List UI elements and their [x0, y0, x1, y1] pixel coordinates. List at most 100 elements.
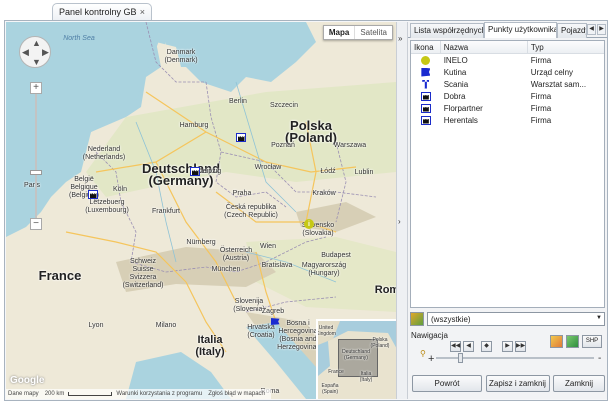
- refresh-icon[interactable]: [566, 335, 579, 348]
- tab-vehicles[interactable]: Pojazdy: [557, 23, 587, 38]
- wrench-icon: [422, 79, 430, 89]
- pan-control[interactable]: ▲ ▼ ◀ ▶: [19, 36, 51, 68]
- inset-label-italy: Italia (Italy): [359, 371, 373, 383]
- label-city: Poznań: [271, 142, 295, 149]
- chevron-down-icon[interactable]: ▼: [596, 315, 602, 321]
- nav-center-button[interactable]: ◆: [481, 341, 492, 352]
- zoom-level-slider[interactable]: [436, 353, 594, 363]
- label-city: Zagreb: [261, 308, 285, 315]
- close-button[interactable]: Zamknij: [553, 375, 605, 392]
- nav-last-button[interactable]: ▶▶: [515, 341, 526, 352]
- row-type: Urząd celny: [530, 67, 574, 77]
- row-type: Firma: [530, 115, 552, 125]
- label-italy: Italia (Italy): [195, 334, 225, 358]
- panel-splitter[interactable]: » ›: [396, 22, 408, 399]
- inset-label-germany: Deutschland (Germany): [342, 349, 370, 361]
- pan-right-icon[interactable]: ▶: [42, 47, 49, 58]
- inset-label-france: France: [328, 369, 344, 375]
- tab-scroll-right-icon[interactable]: ▶: [597, 24, 606, 35]
- zoom-plus-label[interactable]: +: [428, 353, 434, 365]
- label-czech: Česká republika (Czech Republic): [224, 204, 278, 219]
- label-denmark: Danmark (Denmark): [164, 49, 198, 64]
- map-data-link[interactable]: Dane mapy: [8, 391, 39, 397]
- map-view[interactable]: North Sea Polska (Poland) Deutschland (G…: [6, 22, 396, 399]
- tools-icon[interactable]: [550, 335, 563, 348]
- label-city: Łódź: [320, 168, 336, 175]
- label-city: Milano: [155, 322, 177, 329]
- map-marker-info[interactable]: i: [304, 219, 314, 229]
- column-type[interactable]: Typ: [528, 41, 604, 53]
- zoom-in-button[interactable]: +: [30, 82, 42, 94]
- report-error-link[interactable]: Zgłoś błąd w mapach: [208, 391, 265, 397]
- zoom-slider[interactable]: [30, 94, 42, 218]
- nav-prev-button[interactable]: ◀: [463, 341, 474, 352]
- flag-icon: [421, 67, 431, 77]
- table-row[interactable]: Dobra Firma: [411, 90, 604, 102]
- row-name: Dobra: [443, 91, 466, 101]
- navigation-controls: Nawigacja ◀◀ ◀ ◆ ▶ ▶▶ SHP ⚲ + -: [410, 331, 605, 371]
- filter-row: (wszystkie) ▼: [410, 311, 605, 327]
- row-name: Florpartner: [443, 103, 483, 113]
- map-attribution: Dane mapy 200 km Warunki korzystania z p…: [6, 389, 271, 399]
- factory-icon: [420, 115, 431, 125]
- label-city: München: [211, 266, 241, 273]
- panel-tabs: Lista współrzędnych Punkty użytkownika P…: [408, 22, 607, 38]
- shp-export-button[interactable]: SHP: [582, 335, 602, 348]
- tab-user-points[interactable]: Punkty użytkownika: [484, 22, 557, 38]
- map-marker-factory[interactable]: [88, 190, 98, 199]
- zoom-control: + −: [30, 82, 42, 230]
- category-select[interactable]: (wszystkie) ▼: [427, 312, 605, 326]
- map-marker-factory[interactable]: [236, 133, 246, 142]
- pan-up-icon[interactable]: ▲: [32, 38, 41, 48]
- label-city: Lyon: [88, 322, 104, 329]
- label-city: Köln: [112, 186, 128, 193]
- save-close-button[interactable]: Zapisz i zamknij: [485, 375, 550, 392]
- table-row[interactable]: Florpartner Firma: [411, 102, 604, 114]
- back-button[interactable]: Powrót: [412, 375, 482, 392]
- overview-map[interactable]: Polska (Poland) Deutschland (Germany) Fr…: [316, 319, 396, 399]
- map-type-satellite-button[interactable]: Satelita: [354, 26, 392, 39]
- document-tab-title: Panel kontrolny GBOX: [59, 7, 137, 17]
- column-name[interactable]: Nazwa: [441, 41, 528, 53]
- label-france: France: [38, 268, 82, 283]
- pan-down-icon[interactable]: ▼: [32, 57, 41, 67]
- map-type-map-button[interactable]: Mapa: [324, 26, 354, 39]
- search-zoom-icon: ⚲: [420, 349, 426, 358]
- row-type: Firma: [530, 103, 552, 113]
- column-icon[interactable]: Ikona: [411, 41, 441, 53]
- document-tab[interactable]: Panel kontrolny GBOX ×: [52, 3, 152, 20]
- map-marker-factory[interactable]: [190, 167, 200, 176]
- label-poland: Polska (Poland): [285, 118, 337, 145]
- table-row[interactable]: Herentals Firma: [411, 114, 604, 126]
- table-row[interactable]: INELO Firma: [411, 54, 604, 66]
- pan-left-icon[interactable]: ◀: [22, 47, 29, 58]
- row-name: INELO: [443, 55, 468, 65]
- label-city: Szczecin: [269, 102, 299, 109]
- inset-label-poland: Polska (Poland): [370, 337, 390, 349]
- label-city: Lublin: [354, 169, 374, 176]
- nav-first-button[interactable]: ◀◀: [450, 341, 461, 352]
- close-tab-icon[interactable]: ×: [140, 7, 145, 17]
- table-row[interactable]: Kutina Urząd celny: [411, 66, 604, 78]
- zoom-minus-label[interactable]: -: [598, 353, 601, 364]
- zoom-level-thumb[interactable]: [458, 353, 463, 363]
- terms-link[interactable]: Warunki korzystania z programu: [116, 391, 202, 397]
- label-austria: Österreich (Austria): [219, 247, 253, 262]
- factory-icon: [420, 91, 431, 101]
- label-bosnia: Bosna i Hercegovina (Bosnia and Herzegov…: [277, 320, 319, 351]
- nav-next-button[interactable]: ▶: [502, 341, 513, 352]
- collapse-panel-icon[interactable]: »: [398, 34, 402, 43]
- tab-scroll-left-icon[interactable]: ◀: [587, 24, 596, 35]
- filter-category-icon[interactable]: [410, 312, 424, 326]
- label-switzerland: Schweiz Suisse Svizzera (Switzerland): [122, 258, 164, 289]
- label-hungary: Magyarország (Hungary): [301, 262, 347, 277]
- tab-coordinate-list[interactable]: Lista współrzędnych: [410, 23, 484, 38]
- expand-panel-icon[interactable]: ›: [398, 217, 401, 226]
- scale-bar: [68, 392, 113, 396]
- zoom-out-button[interactable]: −: [30, 218, 42, 230]
- table-row[interactable]: Scania Warsztat sam...: [411, 78, 604, 90]
- factory-icon: [420, 103, 431, 113]
- zoom-slider-thumb[interactable]: [30, 170, 42, 175]
- inset-label-uk: United Kingdom: [316, 325, 336, 337]
- map-marker-flag[interactable]: [270, 316, 280, 325]
